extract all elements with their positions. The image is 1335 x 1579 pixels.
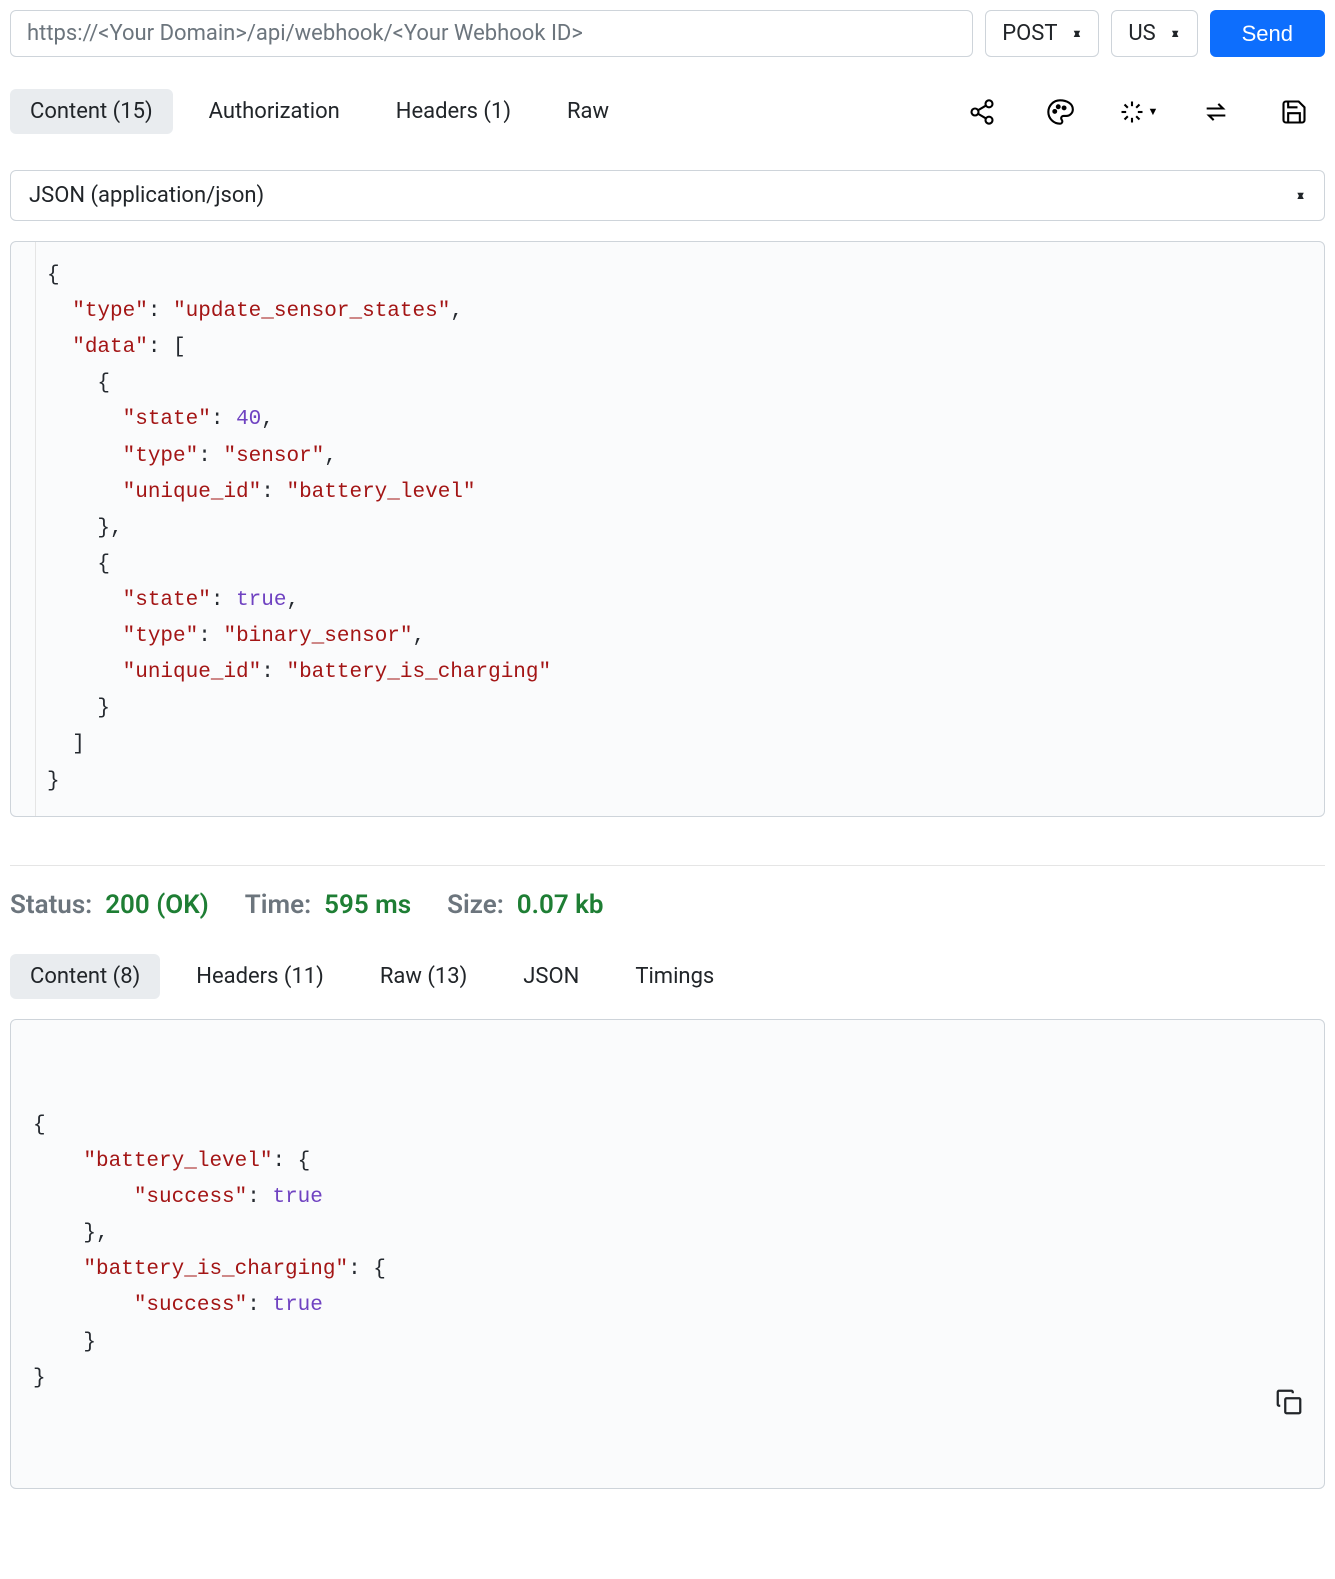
tab-content[interactable]: Content (15)	[10, 89, 173, 134]
status-label: Status:	[10, 890, 92, 920]
magic-icon[interactable]: ▼	[1117, 91, 1159, 133]
tab-headers[interactable]: Headers (1)	[376, 89, 531, 134]
palette-icon[interactable]	[1039, 91, 1081, 133]
size-value: 0.07 kb	[517, 890, 604, 920]
share-icon[interactable]	[961, 91, 1003, 133]
method-select[interactable]: POST ▲▼	[985, 10, 1099, 57]
copy-icon[interactable]	[1224, 1351, 1304, 1467]
response-body-viewer: { "battery_level": { "success": true }, …	[10, 1019, 1325, 1489]
time-value: 595 ms	[324, 890, 411, 920]
caret-down-icon: ▼	[1148, 105, 1159, 118]
res-tab-json[interactable]: JSON	[503, 954, 599, 999]
status-value: 200 (OK)	[105, 890, 209, 920]
res-tab-raw[interactable]: Raw (13)	[360, 954, 487, 999]
time-label: Time:	[245, 890, 311, 920]
save-icon[interactable]	[1273, 91, 1315, 133]
response-status-bar: Status: 200 (OK) Time: 595 ms Size: 0.07…	[10, 890, 1325, 920]
region-select-value: US	[1128, 21, 1155, 46]
request-body-editor[interactable]: { "type": "update_sensor_states", "data"…	[10, 241, 1325, 817]
region-select[interactable]: US ▲▼	[1111, 10, 1197, 57]
res-tab-headers[interactable]: Headers (11)	[176, 954, 344, 999]
swap-icon[interactable]	[1195, 91, 1237, 133]
tab-authorization[interactable]: Authorization	[189, 89, 360, 134]
method-select-value: POST	[1002, 21, 1057, 46]
res-tab-content[interactable]: Content (8)	[10, 954, 160, 999]
content-type-value: JSON (application/json)	[29, 183, 264, 208]
res-tab-timings[interactable]: Timings	[615, 954, 734, 999]
content-type-select[interactable]: JSON (application/json) ▲▼	[10, 170, 1325, 221]
send-button[interactable]: Send	[1210, 10, 1325, 57]
size-label: Size:	[447, 890, 504, 920]
tab-raw[interactable]: Raw	[547, 89, 629, 134]
url-input[interactable]: https://<Your Domain>/api/webhook/<Your …	[10, 10, 973, 57]
